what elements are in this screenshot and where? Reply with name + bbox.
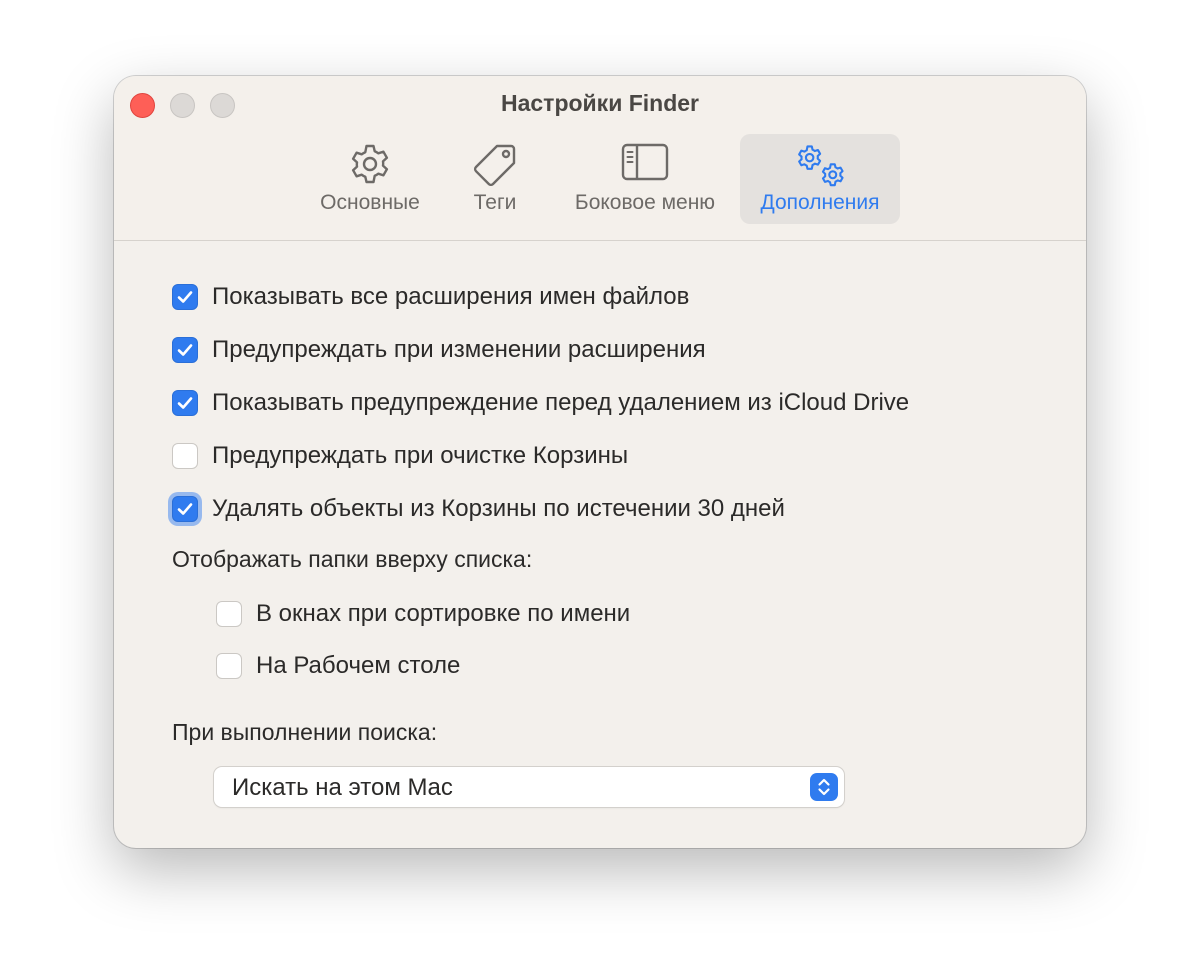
tab-label: Боковое меню (574, 191, 716, 214)
gear-icon (348, 142, 392, 191)
checkbox-label: Предупреждать при очистке Корзины (212, 442, 629, 469)
checkbox[interactable] (172, 284, 198, 310)
search-scope-value: Искать на этом Mac (232, 774, 453, 801)
sidebar-icon (620, 142, 670, 187)
checkbox-label: Удалять объекты из Корзины по истечении … (212, 495, 785, 522)
folders-section-label: Отображать папки вверху списка: (172, 546, 533, 572)
advanced-settings-pane: Показывать все расширения имен файлов Пр… (114, 241, 1086, 848)
tab-label: Основные (320, 191, 420, 214)
window-title: Настройки Finder (500, 90, 699, 116)
checkbox[interactable] (216, 601, 242, 627)
finder-settings-window: Настройки Finder Основные Теги Боковое м… (114, 76, 1086, 848)
tab-general[interactable]: Основные (302, 134, 438, 224)
checkbox-label: В окнах при сортировке по имени (256, 600, 631, 627)
updown-chevron-icon[interactable] (810, 773, 838, 801)
checkbox[interactable] (216, 653, 242, 679)
tab-advanced[interactable]: Дополнения (740, 134, 900, 224)
gears-icon (792, 142, 848, 195)
checkbox[interactable] (172, 496, 198, 522)
tab-label: Дополнения (760, 191, 880, 214)
search-scope-select[interactable]: Искать на этом Mac (214, 767, 844, 807)
checkbox-label: Предупреждать при изменении расширения (212, 336, 706, 363)
checkbox[interactable] (172, 390, 198, 416)
toolbar: Настройки Finder Основные Теги Боковое м… (114, 76, 1086, 241)
tab-tags[interactable]: Теги (452, 134, 538, 224)
checkbox-label: Показывать предупреждение перед удаление… (212, 389, 910, 416)
tag-icon (471, 142, 519, 191)
tab-label: Теги (473, 191, 517, 214)
checkbox[interactable] (172, 443, 198, 469)
checkbox-label: На Рабочем столе (256, 652, 461, 679)
search-section-label: При выполнении поиска: (172, 719, 438, 745)
tab-sidebar[interactable]: Боковое меню (560, 134, 730, 224)
checkbox[interactable] (172, 337, 198, 363)
checkbox-label: Показывать все расширения имен файлов (212, 283, 690, 310)
